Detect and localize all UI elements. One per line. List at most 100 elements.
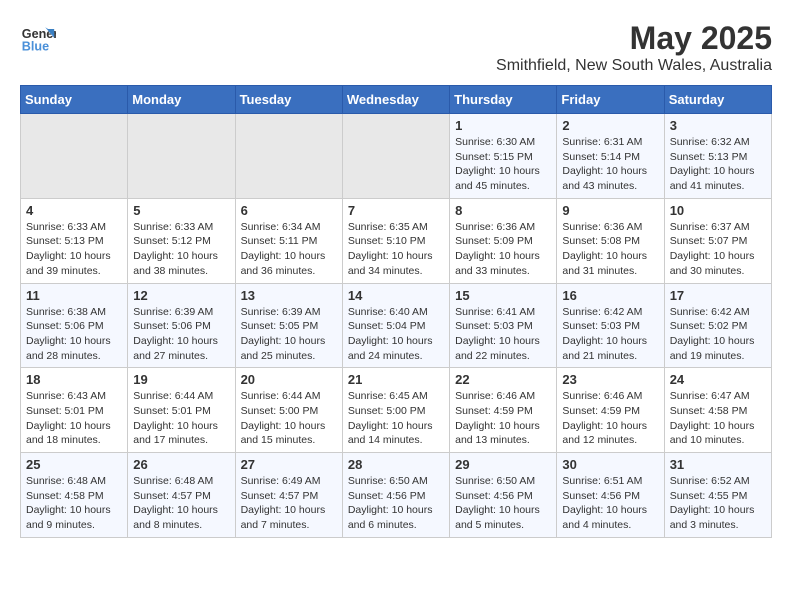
day-info: Sunrise: 6:48 AMSunset: 4:57 PMDaylight:… bbox=[133, 474, 229, 533]
day-number: 14 bbox=[348, 288, 444, 303]
day-number: 11 bbox=[26, 288, 122, 303]
calendar-cell: 27Sunrise: 6:49 AMSunset: 4:57 PMDayligh… bbox=[235, 453, 342, 538]
day-info: Sunrise: 6:51 AMSunset: 4:56 PMDaylight:… bbox=[562, 474, 658, 533]
day-number: 15 bbox=[455, 288, 551, 303]
day-info: Sunrise: 6:36 AMSunset: 5:09 PMDaylight:… bbox=[455, 220, 551, 279]
day-info: Sunrise: 6:40 AMSunset: 5:04 PMDaylight:… bbox=[348, 305, 444, 364]
day-info: Sunrise: 6:39 AMSunset: 5:05 PMDaylight:… bbox=[241, 305, 337, 364]
calendar-cell: 20 Sunrise: 6:44 AMSunset: 5:00 PMDayligh… bbox=[235, 368, 342, 453]
calendar-cell: 21 Sunrise: 6:45 AMSunset: 5:00 PMDayligh… bbox=[342, 368, 449, 453]
day-number: 31 bbox=[670, 457, 766, 472]
day-number: 1 bbox=[455, 118, 551, 133]
calendar-cell: 30 Sunrise: 6:51 AMSunset: 4:56 PMDayligh… bbox=[557, 453, 664, 538]
page-subtitle: Smithfield, New South Wales, Australia bbox=[496, 57, 772, 75]
day-info: Sunrise: 6:30 AMSunset: 5:15 PMDaylight:… bbox=[455, 135, 551, 194]
day-info: Sunrise: 6:46 AMSunset: 4:59 PMDaylight:… bbox=[562, 389, 658, 448]
day-info: Sunrise: 6:33 AMSunset: 5:12 PMDaylight:… bbox=[133, 220, 229, 279]
day-info: Sunrise: 6:38 AMSunset: 5:06 PMDaylight:… bbox=[26, 305, 122, 364]
calendar-cell: 2 Sunrise: 6:31 AMSunset: 5:14 PMDaylight… bbox=[557, 114, 664, 199]
logo: General Blue bbox=[20, 20, 56, 56]
calendar-cell: 5 Sunrise: 6:33 AMSunset: 5:12 PMDaylight… bbox=[128, 198, 235, 283]
calendar-cell: 16Sunrise: 6:42 AMSunset: 5:03 PMDayligh… bbox=[557, 283, 664, 368]
title-block: May 2025 Smithfield, New South Wales, Au… bbox=[496, 20, 772, 75]
day-info: Sunrise: 6:33 AMSunset: 5:13 PMDaylight:… bbox=[26, 220, 122, 279]
calendar-cell: 14 Sunrise: 6:40 AMSunset: 5:04 PMDayligh… bbox=[342, 283, 449, 368]
calendar-cell: 25 Sunrise: 6:48 AMSunset: 4:58 PMDayligh… bbox=[21, 453, 128, 538]
header-thursday: Thursday bbox=[450, 86, 557, 114]
calendar-cell: 29 Sunrise: 6:50 AMSunset: 4:56 PMDayligh… bbox=[450, 453, 557, 538]
day-number: 10 bbox=[670, 203, 766, 218]
day-info: Sunrise: 6:35 AMSunset: 5:10 PMDaylight:… bbox=[348, 220, 444, 279]
day-number: 12 bbox=[133, 288, 229, 303]
day-info: Sunrise: 6:37 AMSunset: 5:07 PMDaylight:… bbox=[670, 220, 766, 279]
day-number: 5 bbox=[133, 203, 229, 218]
week-row-4: 18 Sunrise: 6:43 AMSunset: 5:01 PMDayligh… bbox=[21, 368, 772, 453]
calendar-cell bbox=[235, 114, 342, 199]
calendar-cell bbox=[21, 114, 128, 199]
day-number: 23 bbox=[562, 372, 658, 387]
day-number: 30 bbox=[562, 457, 658, 472]
day-number: 8 bbox=[455, 203, 551, 218]
calendar-table: SundayMondayTuesdayWednesdayThursdayFrid… bbox=[20, 85, 772, 538]
calendar-cell: 7Sunrise: 6:35 AMSunset: 5:10 PMDaylight… bbox=[342, 198, 449, 283]
day-info: Sunrise: 6:50 AMSunset: 4:56 PMDaylight:… bbox=[348, 474, 444, 533]
day-info: Sunrise: 6:34 AMSunset: 5:11 PMDaylight:… bbox=[241, 220, 337, 279]
day-number: 24 bbox=[670, 372, 766, 387]
calendar-cell: 18 Sunrise: 6:43 AMSunset: 5:01 PMDayligh… bbox=[21, 368, 128, 453]
day-number: 9 bbox=[562, 203, 658, 218]
day-info: Sunrise: 6:41 AMSunset: 5:03 PMDaylight:… bbox=[455, 305, 551, 364]
page-header: General Blue May 2025 Smithfield, New So… bbox=[20, 20, 772, 75]
day-info: Sunrise: 6:44 AMSunset: 5:01 PMDaylight:… bbox=[133, 389, 229, 448]
header-monday: Monday bbox=[128, 86, 235, 114]
day-number: 26 bbox=[133, 457, 229, 472]
day-info: Sunrise: 6:32 AMSunset: 5:13 PMDaylight:… bbox=[670, 135, 766, 194]
header-friday: Friday bbox=[557, 86, 664, 114]
day-info: Sunrise: 6:42 AMSunset: 5:02 PMDaylight:… bbox=[670, 305, 766, 364]
page-title: May 2025 bbox=[496, 20, 772, 57]
day-info: Sunrise: 6:43 AMSunset: 5:01 PMDaylight:… bbox=[26, 389, 122, 448]
calendar-cell: 26 Sunrise: 6:48 AMSunset: 4:57 PMDayligh… bbox=[128, 453, 235, 538]
header-row: SundayMondayTuesdayWednesdayThursdayFrid… bbox=[21, 86, 772, 114]
day-info: Sunrise: 6:50 AMSunset: 4:56 PMDaylight:… bbox=[455, 474, 551, 533]
header-tuesday: Tuesday bbox=[235, 86, 342, 114]
day-number: 28 bbox=[348, 457, 444, 472]
day-number: 18 bbox=[26, 372, 122, 387]
calendar-cell: 23 Sunrise: 6:46 AMSunset: 4:59 PMDayligh… bbox=[557, 368, 664, 453]
week-row-3: 11 Sunrise: 6:38 AMSunset: 5:06 PMDayligh… bbox=[21, 283, 772, 368]
week-row-2: 4Sunrise: 6:33 AMSunset: 5:13 PMDaylight… bbox=[21, 198, 772, 283]
calendar-cell: 3Sunrise: 6:32 AMSunset: 5:13 PMDaylight… bbox=[664, 114, 771, 199]
day-info: Sunrise: 6:49 AMSunset: 4:57 PMDaylight:… bbox=[241, 474, 337, 533]
calendar-cell: 22Sunrise: 6:46 AMSunset: 4:59 PMDayligh… bbox=[450, 368, 557, 453]
svg-text:Blue: Blue bbox=[22, 40, 49, 54]
day-number: 29 bbox=[455, 457, 551, 472]
week-row-5: 25 Sunrise: 6:48 AMSunset: 4:58 PMDayligh… bbox=[21, 453, 772, 538]
day-info: Sunrise: 6:36 AMSunset: 5:08 PMDaylight:… bbox=[562, 220, 658, 279]
day-info: Sunrise: 6:48 AMSunset: 4:58 PMDaylight:… bbox=[26, 474, 122, 533]
day-info: Sunrise: 6:52 AMSunset: 4:55 PMDaylight:… bbox=[670, 474, 766, 533]
calendar-cell bbox=[128, 114, 235, 199]
day-info: Sunrise: 6:44 AMSunset: 5:00 PMDaylight:… bbox=[241, 389, 337, 448]
day-number: 2 bbox=[562, 118, 658, 133]
logo-icon: General Blue bbox=[20, 20, 56, 56]
calendar-cell: 31 Sunrise: 6:52 AMSunset: 4:55 PMDayligh… bbox=[664, 453, 771, 538]
calendar-cell: 8 Sunrise: 6:36 AMSunset: 5:09 PMDaylight… bbox=[450, 198, 557, 283]
day-number: 17 bbox=[670, 288, 766, 303]
day-number: 21 bbox=[348, 372, 444, 387]
day-info: Sunrise: 6:42 AMSunset: 5:03 PMDaylight:… bbox=[562, 305, 658, 364]
day-number: 19 bbox=[133, 372, 229, 387]
header-saturday: Saturday bbox=[664, 86, 771, 114]
calendar-cell: 15 Sunrise: 6:41 AMSunset: 5:03 PMDayligh… bbox=[450, 283, 557, 368]
calendar-cell: 13Sunrise: 6:39 AMSunset: 5:05 PMDayligh… bbox=[235, 283, 342, 368]
calendar-cell: 1 Sunrise: 6:30 AMSunset: 5:15 PMDaylight… bbox=[450, 114, 557, 199]
calendar-cell: 9 Sunrise: 6:36 AMSunset: 5:08 PMDaylight… bbox=[557, 198, 664, 283]
day-info: Sunrise: 6:45 AMSunset: 5:00 PMDaylight:… bbox=[348, 389, 444, 448]
day-number: 6 bbox=[241, 203, 337, 218]
day-number: 25 bbox=[26, 457, 122, 472]
calendar-cell: 12 Sunrise: 6:39 AMSunset: 5:06 PMDayligh… bbox=[128, 283, 235, 368]
day-info: Sunrise: 6:46 AMSunset: 4:59 PMDaylight:… bbox=[455, 389, 551, 448]
day-info: Sunrise: 6:31 AMSunset: 5:14 PMDaylight:… bbox=[562, 135, 658, 194]
header-wednesday: Wednesday bbox=[342, 86, 449, 114]
calendar-cell: 19 Sunrise: 6:44 AMSunset: 5:01 PMDayligh… bbox=[128, 368, 235, 453]
day-number: 20 bbox=[241, 372, 337, 387]
day-info: Sunrise: 6:39 AMSunset: 5:06 PMDaylight:… bbox=[133, 305, 229, 364]
